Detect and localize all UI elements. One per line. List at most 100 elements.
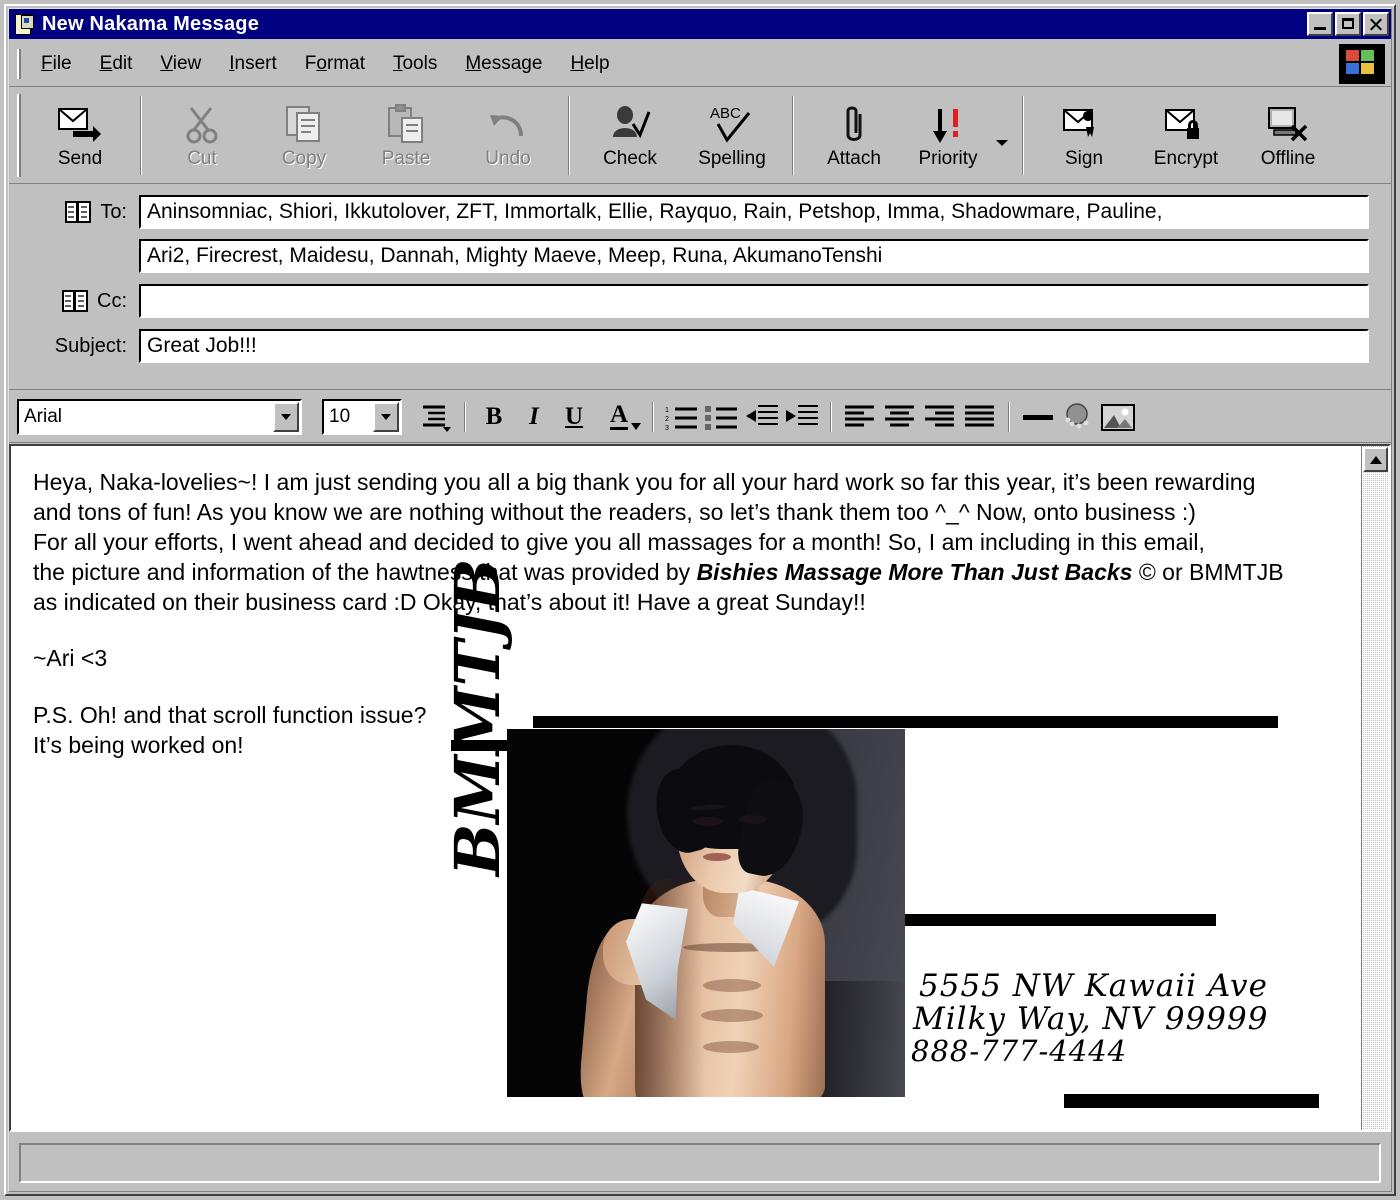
attach-button[interactable]: Attach <box>803 88 905 183</box>
format-separator-2 <box>652 401 654 432</box>
insert-picture-icon[interactable] <box>1098 397 1138 437</box>
menu-bar: File Edit View Insert Format Tools Messa… <box>9 41 1391 87</box>
italic-icon[interactable]: I <box>514 397 554 437</box>
underline-icon[interactable]: U <box>554 397 594 437</box>
format-separator-3 <box>830 401 832 432</box>
to-input-line2[interactable]: Ari2, Firecrest, Maidesu, Dannah, Mighty… <box>139 239 1369 273</box>
font-color-icon[interactable]: A <box>594 397 644 437</box>
priority-button[interactable]: Priority <box>905 88 991 183</box>
italic-glyph: I <box>529 402 539 430</box>
menu-tools[interactable]: Tools <box>379 50 451 78</box>
toolbar-drag-grip[interactable] <box>17 94 21 177</box>
align-center-icon[interactable] <box>880 397 920 437</box>
to-input-line1[interactable]: Aninsomniac, Shiori, Ikkutolover, ZFT, I… <box>139 195 1369 229</box>
spelling-button[interactable]: ABC Spelling <box>681 88 783 183</box>
undo-arrow-icon <box>487 101 529 147</box>
menu-message[interactable]: Message <box>451 50 556 78</box>
menu-help[interactable]: Help <box>556 50 623 78</box>
attach-label: Attach <box>827 148 881 169</box>
priority-label: Priority <box>918 148 978 169</box>
send-button[interactable]: Send <box>29 88 131 183</box>
address-book-icon-cc[interactable] <box>62 290 88 312</box>
bulleted-list-icon[interactable] <box>702 397 742 437</box>
cc-input[interactable] <box>139 284 1369 318</box>
send-envelope-icon <box>57 101 103 147</box>
scissors-icon <box>182 101 222 147</box>
menu-file[interactable]: File <box>27 50 86 78</box>
svg-text:3: 3 <box>665 425 669 431</box>
clipboard-paste-icon <box>385 101 427 147</box>
body-line-4-post: © or BMMTJB <box>1132 558 1284 585</box>
abc-spellcheck-icon: ABC <box>705 101 759 147</box>
maximize-button[interactable] <box>1335 12 1361 36</box>
to-label: To: <box>100 200 127 223</box>
encrypt-button[interactable]: Encrypt <box>1135 88 1237 183</box>
body-vertical-scrollbar[interactable] <box>1361 446 1389 1130</box>
offline-monitor-icon <box>1266 101 1310 147</box>
minimize-button[interactable] <box>1307 12 1333 36</box>
check-names-button[interactable]: Check <box>579 88 681 183</box>
font-color-glyph: A <box>609 401 629 430</box>
message-body-area[interactable]: Heya, Naka-lovelies~! I am just sending … <box>9 444 1391 1132</box>
paragraph-style-icon[interactable] <box>416 397 456 437</box>
title-bar: New Nakama Message <box>9 9 1391 39</box>
insert-link-icon[interactable] <box>1058 397 1098 437</box>
to-row: To: Aninsomniac, Shiori, Ikkutolover, ZF… <box>9 193 1391 231</box>
body-line-4: the picture and information of the hawtn… <box>33 558 1329 588</box>
address-book-icon[interactable] <box>65 201 92 223</box>
horizontal-line-icon[interactable] <box>1018 397 1058 437</box>
card-logo-vertical: BMMTJB <box>441 558 514 876</box>
menu-view[interactable]: View <box>146 50 215 78</box>
cc-label-group[interactable]: Cc: <box>9 290 139 313</box>
undo-button[interactable]: Undo <box>457 88 559 183</box>
window-controls <box>1307 12 1389 36</box>
format-separator-4 <box>1008 401 1010 432</box>
svg-text:2: 2 <box>665 416 669 423</box>
increase-indent-icon[interactable] <box>782 397 822 437</box>
numbered-list-icon[interactable]: 1 2 3 <box>662 397 702 437</box>
menu-drag-grip[interactable] <box>17 48 21 79</box>
justify-icon[interactable] <box>960 397 1000 437</box>
main-toolbar: Send Cut Copy Paste Undo Check ABC Spell… <box>9 88 1391 184</box>
font-family-select[interactable]: Arial <box>17 398 302 435</box>
close-button[interactable] <box>1363 12 1389 36</box>
body-line-4-pre: the picture and information of the hawtn… <box>33 558 697 585</box>
menu-format[interactable]: Format <box>291 50 379 78</box>
subject-input[interactable]: Great Job!!! <box>139 329 1369 363</box>
cut-label: Cut <box>187 148 217 169</box>
align-right-icon[interactable] <box>920 397 960 437</box>
cut-button[interactable]: Cut <box>151 88 253 183</box>
email-composer-window: New Nakama Message File Edit View Insert… <box>0 0 1400 1200</box>
toolbar-separator-4 <box>1022 96 1024 175</box>
chevron-down-icon-size[interactable] <box>373 401 399 432</box>
to-label-group[interactable]: To: <box>9 201 139 224</box>
scroll-up-arrow-icon[interactable] <box>1363 447 1388 472</box>
redaction-bar-middle <box>861 914 1216 926</box>
send-label: Send <box>57 148 103 169</box>
align-left-icon[interactable] <box>840 397 880 437</box>
redaction-bar-bottom <box>1064 1094 1319 1108</box>
toolbar-separator-3 <box>792 96 794 175</box>
copy-button[interactable]: Copy <box>253 88 355 183</box>
font-size-select[interactable]: 10 <box>322 398 402 435</box>
check-label: Check <box>603 148 657 169</box>
priority-arrow-icon <box>927 101 969 147</box>
decrease-indent-icon[interactable] <box>742 397 782 437</box>
sign-button[interactable]: Sign <box>1033 88 1135 183</box>
bold-icon[interactable]: B <box>474 397 514 437</box>
signature-line: ~Ari <3 <box>33 645 108 672</box>
cc-label: Cc: <box>97 289 127 312</box>
chevron-down-icon[interactable] <box>273 401 299 432</box>
paste-button[interactable]: Paste <box>355 88 457 183</box>
svg-text:1: 1 <box>665 407 669 414</box>
business-card-image: BMMTJB 5555 NW Kawaii Ave Milky Way, NV … <box>441 558 1331 1116</box>
windows-logo-icon <box>1339 43 1385 84</box>
menu-edit[interactable]: Edit <box>86 50 147 78</box>
menu-insert[interactable]: Insert <box>215 50 291 78</box>
paste-label: Paste <box>381 148 431 169</box>
message-document-icon <box>13 13 35 35</box>
sign-envelope-icon <box>1062 101 1106 147</box>
offline-button[interactable]: Offline <box>1237 88 1339 183</box>
priority-dropdown-arrow-icon[interactable] <box>991 88 1013 183</box>
window-frame: New Nakama Message File Edit View Insert… <box>4 4 1396 1196</box>
